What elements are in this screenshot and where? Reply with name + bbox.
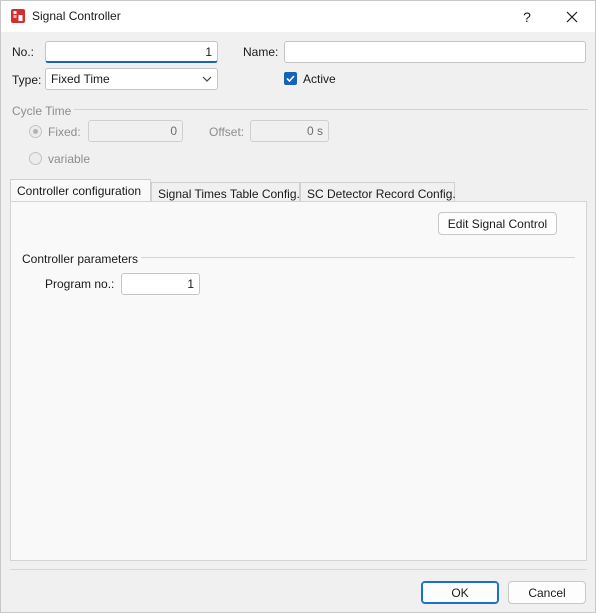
name-label: Name: — [243, 45, 279, 59]
type-select[interactable]: Fixed Time — [45, 68, 218, 90]
app-icon — [11, 9, 25, 23]
title-bar: Signal Controller ? — [1, 1, 595, 32]
window-title: Signal Controller — [32, 9, 121, 23]
program-no-label: Program no.: — [45, 277, 115, 291]
program-no-field[interactable] — [121, 273, 200, 295]
cycle-time-section-label: Cycle Time — [12, 104, 72, 118]
check-icon — [286, 75, 295, 83]
controller-configuration-panel: Edit Signal Control Controller parameter… — [10, 201, 587, 561]
no-field[interactable] — [45, 41, 218, 63]
offset-label: Offset: — [209, 125, 245, 139]
controller-parameters-section-label: Controller parameters — [22, 252, 139, 266]
fixed-label: Fixed: — [48, 125, 81, 139]
type-select-value: Fixed Time — [51, 72, 110, 86]
help-button[interactable]: ? — [504, 1, 550, 32]
chevron-down-icon — [202, 76, 212, 82]
cancel-button[interactable]: Cancel — [508, 581, 586, 604]
edit-signal-control-button[interactable]: Edit Signal Control — [438, 212, 557, 235]
name-field[interactable] — [284, 41, 586, 63]
cycle-time-divider — [74, 109, 588, 110]
fixed-field[interactable] — [88, 120, 183, 142]
no-label: No.: — [12, 45, 35, 59]
footer-divider — [10, 569, 587, 570]
close-icon — [566, 11, 578, 22]
controller-parameters-divider — [141, 257, 575, 258]
ok-button[interactable]: OK — [421, 581, 499, 604]
close-button[interactable] — [549, 1, 595, 32]
type-label: Type: — [12, 73, 42, 87]
variable-label: variable — [48, 152, 91, 166]
active-checkbox[interactable] — [284, 72, 297, 85]
fixed-radio[interactable] — [29, 125, 42, 138]
signal-controller-dialog: Signal Controller ? No.: Name: Type: Fix… — [0, 0, 596, 613]
tab-controller-configuration[interactable]: Controller configuration — [10, 179, 151, 203]
variable-radio[interactable] — [29, 152, 42, 165]
offset-field[interactable] — [250, 120, 329, 142]
active-label: Active — [303, 72, 336, 86]
